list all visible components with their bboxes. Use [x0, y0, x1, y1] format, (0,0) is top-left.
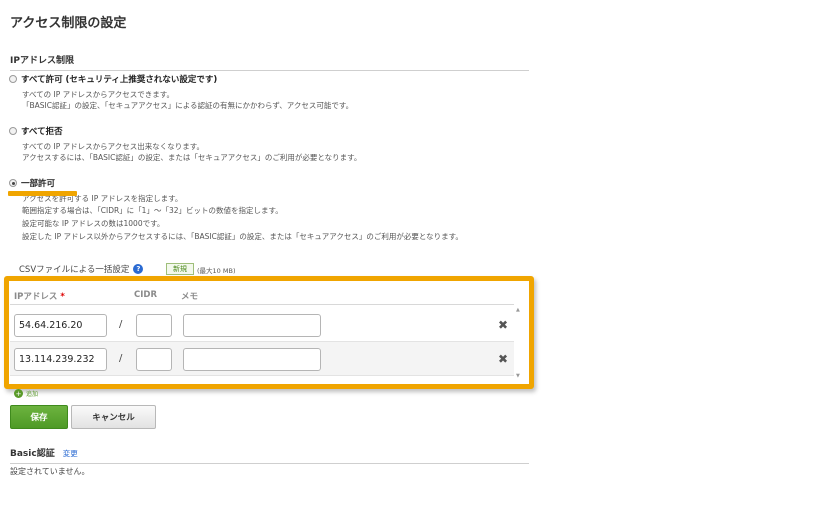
required-mark: *	[60, 292, 65, 302]
basic-auth-title: Basic認証	[10, 449, 55, 459]
section-divider	[10, 70, 529, 71]
basic-auth-status: 設定されていません。	[10, 467, 90, 476]
plus-icon: +	[14, 389, 23, 398]
option-description: 設定可能な IP アドレスの数は1000です。	[22, 219, 165, 228]
header-ip: IPアドレス *	[14, 292, 65, 302]
cancel-button[interactable]: キャンセル	[71, 405, 156, 429]
ip-address-input[interactable]: 54.64.216.20	[14, 314, 107, 337]
radio-button-selected[interactable]	[9, 179, 17, 187]
delete-row-icon[interactable]: ✖	[498, 318, 508, 332]
add-row-label: 追加	[26, 391, 39, 398]
radio-partial-allow[interactable]: 一部許可	[9, 177, 55, 189]
option-description: すべての IP アドレスからアクセスできます。	[22, 90, 175, 99]
change-link[interactable]: 変更	[63, 448, 78, 459]
radio-label: すべて拒否	[21, 127, 63, 137]
basic-auth-section: Basic認証 変更	[10, 446, 78, 459]
option-description: 範囲指定する場合は、「CIDR」に「1」～「32」ビットの数値を指定します。	[22, 206, 283, 215]
ip-address-table: IPアドレス * CIDR メモ 54.64.216.20 / ✖ 13.114…	[10, 285, 524, 380]
option-description: 「BASIC認証」の設定、「セキュアアクセス」による認証の有無にかかわらず、アク…	[22, 101, 354, 110]
header-memo: メモ	[181, 292, 199, 302]
option-description: すべての IP アドレスからアクセス出来なくなります。	[22, 142, 205, 151]
ip-restriction-section-title: IPアドレス制限	[10, 56, 74, 66]
cidr-separator: /	[119, 319, 123, 330]
radio-button[interactable]	[9, 127, 17, 135]
radio-deny-all[interactable]: すべて拒否	[9, 125, 63, 137]
highlight-underline	[8, 191, 77, 196]
csv-max-size: (最大10 MB)	[197, 267, 236, 275]
memo-input[interactable]	[183, 348, 321, 371]
scroll-down-arrow-icon[interactable]: ▼	[516, 373, 520, 379]
memo-input[interactable]	[183, 314, 321, 337]
section-divider	[10, 463, 529, 464]
csv-new-button[interactable]: 新規	[166, 263, 194, 275]
option-description: アクセスするには、「BASIC認証」の設定、または「セキュアアクセス」のご利用が…	[22, 153, 362, 162]
scroll-up-arrow-icon[interactable]: ▲	[516, 307, 520, 313]
page-title: アクセス制限の設定	[10, 16, 127, 31]
table-row: 13.114.239.232 / ✖	[10, 342, 514, 376]
save-button[interactable]: 保存	[10, 405, 68, 429]
csv-label: CSVファイルによる一括設定	[19, 265, 130, 275]
header-cidr: CIDR	[134, 290, 158, 300]
delete-row-icon[interactable]: ✖	[498, 352, 508, 366]
add-row-link[interactable]: + 追加	[14, 389, 38, 398]
radio-allow-all[interactable]: すべて許可 (セキュリティ上推奨されない設定です)	[9, 73, 217, 85]
radio-label: 一部許可	[21, 179, 56, 189]
radio-label: すべて許可 (セキュリティ上推奨されない設定です)	[21, 75, 218, 85]
cidr-separator: /	[119, 353, 123, 364]
table-scrollbar[interactable]: ▲ ▼	[515, 307, 523, 379]
csv-bulk-setting: CSVファイルによる一括設定 ?	[19, 263, 144, 275]
cidr-input[interactable]	[136, 314, 172, 337]
help-icon[interactable]: ?	[133, 264, 144, 274]
table-row: 54.64.216.20 / ✖	[10, 308, 514, 342]
ip-address-input[interactable]: 13.114.239.232	[14, 348, 107, 371]
radio-button[interactable]	[9, 75, 17, 83]
cidr-input[interactable]	[136, 348, 172, 371]
option-description: 設定した IP アドレス以外からアクセスするには、「BASIC認証」の設定、また…	[22, 232, 463, 241]
table-header: IPアドレス * CIDR メモ	[10, 285, 514, 305]
